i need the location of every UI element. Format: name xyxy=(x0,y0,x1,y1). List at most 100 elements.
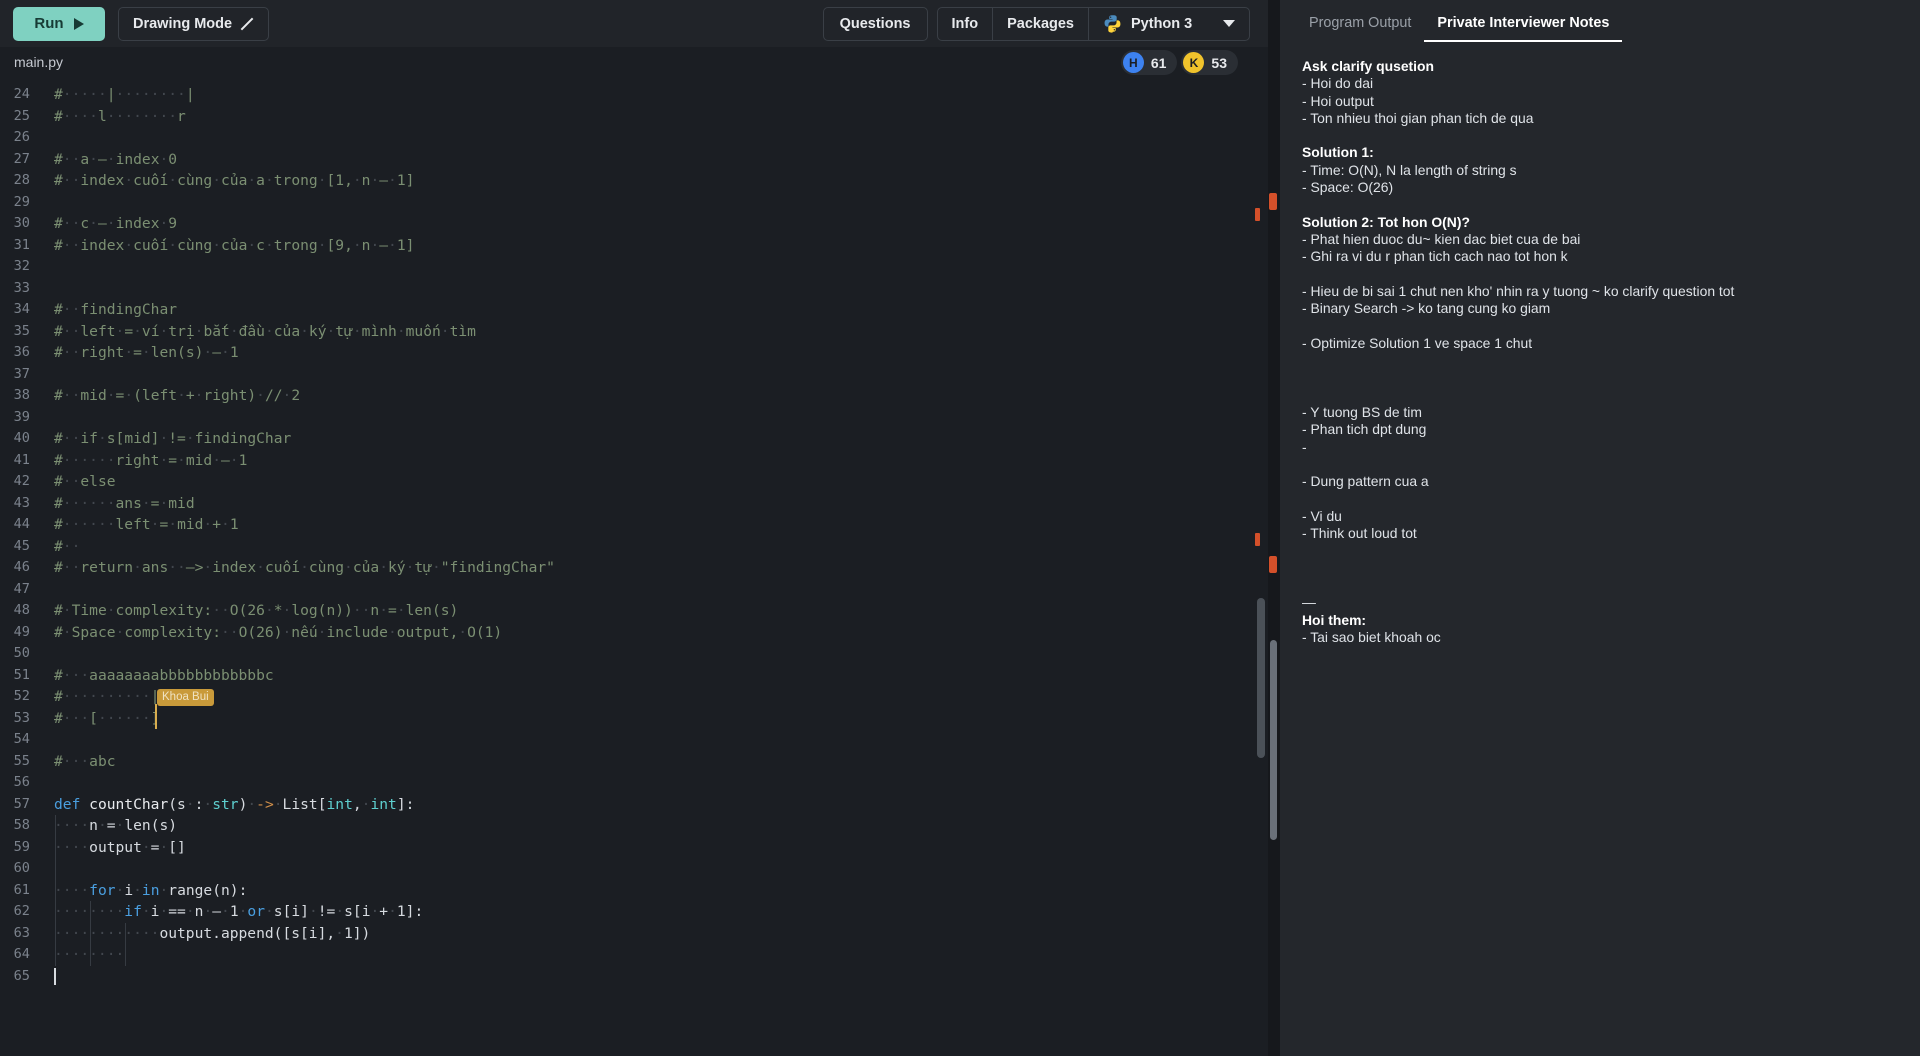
code-line[interactable]: 44 #······left·=·mid·+·1 xyxy=(0,514,1268,536)
note-line: - Y tuong BS de tim xyxy=(1302,403,1422,420)
presence-count: 61 xyxy=(1150,54,1167,71)
note-line: - Space: O(26) xyxy=(1302,179,1394,196)
code-line[interactable]: 28 #··index·cuối·cùng·của·a·trong·[1,·n·—… xyxy=(0,170,1268,192)
presence-chip[interactable]: H 61 xyxy=(1120,50,1178,75)
note-line xyxy=(1302,490,1898,507)
code-line[interactable]: 46 #··return·ans··—>·index·cuối·cùng·của·… xyxy=(0,557,1268,579)
code-line[interactable]: 58 ····n·=·len(s) xyxy=(0,815,1268,837)
code-line-text xyxy=(36,579,54,601)
note-line xyxy=(1302,369,1898,386)
code-line-text: #··index·cuối·cùng·của·a·trong·[1,·n·—·1… xyxy=(54,172,415,189)
editor-scrollbar[interactable] xyxy=(1254,78,1268,1056)
code-line-text: #···[······] xyxy=(54,709,159,727)
code-line[interactable]: 27 #··a·—·index·0 xyxy=(0,149,1268,171)
code-editor[interactable]: 24 #·····|········| 25 #····l········r 26 27 #… xyxy=(0,78,1268,1056)
code-line-text: #·Space·complexity:··O(26)·nếu·include·o… xyxy=(54,623,503,641)
line-number: 56 xyxy=(13,774,30,790)
divider-scroll-thumb[interactable] xyxy=(1270,640,1277,840)
code-line-text: #······right·=·mid·—·1 xyxy=(54,451,248,469)
code-line[interactable]: 37 xyxy=(0,364,1268,386)
code-editor-wrapper[interactable]: 24 #·····|········| 25 #····l········r 26 27 #… xyxy=(0,78,1268,1056)
code-line[interactable]: 48 #·Time·complexity:··O(26·*·log(n))··n·… xyxy=(0,600,1268,622)
line-number: 49 xyxy=(13,623,30,640)
code-line-text: #···abc xyxy=(54,752,116,770)
code-line[interactable]: 53 #···[······] xyxy=(0,708,1268,730)
presence-chip[interactable]: K 53 xyxy=(1181,50,1238,75)
play-triangle-icon xyxy=(73,17,84,30)
line-number: 36 xyxy=(13,344,30,360)
code-line[interactable]: 39 xyxy=(0,407,1268,429)
scroll-marker-error-2 xyxy=(1255,533,1260,546)
pane-divider[interactable] xyxy=(1268,0,1280,1056)
text-caret xyxy=(54,967,56,985)
code-line[interactable]: 47 xyxy=(0,579,1268,601)
line-number: 46 xyxy=(13,559,30,575)
line-number: 27 xyxy=(13,150,30,167)
tab-program-output[interactable]: Program Output xyxy=(1296,15,1424,42)
code-line[interactable]: 57 def countChar(s·:·str)·->·List[int,·in… xyxy=(0,794,1268,816)
code-line[interactable]: 55 #···abc xyxy=(0,751,1268,773)
language-selector[interactable]: Python 3 xyxy=(1089,8,1249,40)
code-line[interactable]: 30 #··c·—·index·9 xyxy=(0,213,1268,235)
code-line[interactable]: 49 #·Space·complexity:··O(26)·nếu·include… xyxy=(0,622,1268,644)
note-line: - Optimize Solution 1 ve space 1 chut xyxy=(1302,334,1533,351)
code-line-text: #··return·ans··—>·index·cuối·cùng·của·ký… xyxy=(54,559,555,576)
code-line[interactable]: 42 #··else xyxy=(0,471,1268,493)
line-number: 47 xyxy=(13,580,30,597)
code-line[interactable]: 31 #··index·cuối·cùng·của·c·trong·[9,·n·—… xyxy=(0,235,1268,257)
code-line[interactable]: 24 #·····|········| xyxy=(0,84,1268,106)
code-line[interactable]: 64 ········ xyxy=(0,944,1268,966)
code-line[interactable]: 43 #······ans·=·mid xyxy=(0,493,1268,515)
code-line[interactable]: 54 xyxy=(0,729,1268,751)
code-line-text xyxy=(36,127,54,149)
code-line[interactable]: 62 ········if·i·==·n·—·1·or·s[i]·!=·s[i·+… xyxy=(0,901,1268,923)
info-button[interactable]: Info xyxy=(938,7,994,40)
code-line[interactable]: 35 #··left·=·ví·trị·bắt·đầu·của·ký·tự·mìn… xyxy=(0,321,1268,343)
code-line[interactable]: 41 #······right·=·mid·—·1 xyxy=(0,450,1268,472)
code-line[interactable]: 34 #··findingChar xyxy=(0,299,1268,321)
note-heading: Solution 1: xyxy=(1302,144,1374,161)
tab-private-interviewer-notes[interactable]: Private Interviewer Notes xyxy=(1424,15,1623,42)
note-line xyxy=(1302,317,1898,334)
note-heading: Solution 2: Tot hon O(N)? xyxy=(1302,213,1470,230)
code-line[interactable]: 50 xyxy=(0,643,1268,665)
private-interviewer-notes-body[interactable]: Ask clarify qusetion - Hoi do dai - Hoi ou… xyxy=(1280,42,1920,1056)
code-line[interactable]: 63 ············output.append([s[i],·1]) xyxy=(0,923,1268,945)
line-number: 50 xyxy=(13,645,30,661)
drawing-mode-button[interactable]: Drawing Mode xyxy=(118,6,270,41)
file-tab-mainpy[interactable]: main.py xyxy=(0,47,77,78)
code-line[interactable]: 59 ····output·=·[] xyxy=(0,837,1268,859)
code-line[interactable]: 26 xyxy=(0,127,1268,149)
code-line[interactable]: 56 xyxy=(0,772,1268,794)
note-line: — xyxy=(1302,594,1316,611)
code-line[interactable]: 45 #·· xyxy=(0,536,1268,558)
code-line[interactable]: 61 ····for·i·in·range(n): xyxy=(0,880,1268,902)
code-line-text: #······ans·=·mid xyxy=(54,494,195,512)
code-line[interactable]: 36 #··right·=·len(s)·—·1 xyxy=(0,342,1268,364)
note-line: - Phat hien duoc du~ kien dac biet cua d… xyxy=(1302,230,1581,247)
editor-scroll-thumb[interactable] xyxy=(1257,598,1265,758)
run-button[interactable]: Run xyxy=(13,6,105,41)
note-line: - Dung pattern cua a xyxy=(1302,473,1429,490)
code-line[interactable]: 51 #···aaaaaaaabbbbbbbbbbbbc xyxy=(0,665,1268,687)
pencil-icon xyxy=(241,17,254,30)
questions-button[interactable]: Questions xyxy=(822,6,928,41)
code-line[interactable]: 40 #··if·s[mid]·!=·findingChar xyxy=(0,428,1268,450)
code-line[interactable]: 25 #····l········r xyxy=(0,106,1268,128)
code-line[interactable]: 60 xyxy=(0,858,1268,880)
note-line: - Hoi do dai xyxy=(1302,75,1374,92)
line-number: 30 xyxy=(13,215,30,231)
code-line[interactable]: 65 xyxy=(0,966,1268,988)
indent-guide xyxy=(90,901,91,966)
line-number: 55 xyxy=(13,752,30,769)
code-line-text: #··findingChar xyxy=(54,301,178,318)
remote-cursor-label: Khoa Bui xyxy=(157,689,214,706)
code-line[interactable]: 32 xyxy=(0,256,1268,278)
code-line[interactable]: 33 xyxy=(0,278,1268,300)
code-line[interactable]: 29 xyxy=(0,192,1268,214)
packages-button[interactable]: Packages xyxy=(993,7,1089,40)
note-heading: Ask clarify qusetion xyxy=(1302,58,1435,74)
code-line-text: #····l········r xyxy=(54,107,186,125)
line-number: 42 xyxy=(13,473,30,489)
code-line[interactable]: 38 #··mid·=·(left·+·right)·//·2 xyxy=(0,385,1268,407)
